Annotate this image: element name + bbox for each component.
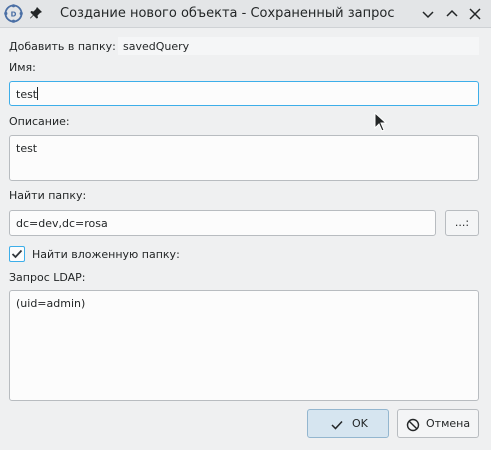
svg-text:D: D	[11, 11, 17, 19]
search-folder-label: Найти папку:	[9, 189, 87, 202]
chevron-up-icon[interactable]	[443, 5, 461, 23]
chevron-down-icon[interactable]	[419, 5, 437, 23]
cancel-button[interactable]: Отмена	[397, 409, 479, 438]
ldap-query-value: (uid=admin)	[16, 297, 86, 310]
ad-manager-app-icon[interactable]: D	[4, 4, 23, 23]
ldap-query-textarea[interactable]: (uid=admin)	[9, 290, 479, 401]
window-title: Создание нового объекта - Сохраненный за…	[60, 6, 395, 21]
add-to-folder-value: savedQuery	[123, 40, 190, 53]
description-textarea[interactable]: test	[9, 135, 479, 181]
search-nested-label[interactable]: Найти вложенную папку:	[32, 248, 180, 261]
search-folder-field[interactable]: dc=dev,dc=rosa	[9, 210, 436, 236]
title-bar[interactable]: D Создание нового объекта - Сохраненный …	[0, 0, 491, 28]
ldap-query-label: Запрос LDAP:	[9, 271, 86, 284]
cancel-button-label: Отмена	[426, 417, 471, 430]
add-to-folder-value-field: savedQuery	[118, 37, 479, 55]
cancel-icon	[406, 418, 420, 432]
mouse-pointer-icon	[374, 112, 388, 132]
name-value: test	[16, 88, 38, 101]
search-nested-checkbox[interactable]	[9, 246, 25, 262]
checkmark-icon	[331, 420, 343, 430]
description-value: test	[16, 142, 38, 155]
name-field[interactable]: test	[9, 81, 479, 106]
browse-folder-button[interactable]: ...:	[445, 210, 479, 236]
pin-icon[interactable]	[28, 5, 44, 21]
ok-button[interactable]: OK	[307, 409, 389, 438]
ok-button-label: OK	[352, 417, 368, 430]
search-folder-value: dc=dev,dc=rosa	[16, 217, 108, 230]
text-caret	[37, 87, 39, 100]
close-icon[interactable]	[466, 5, 484, 23]
name-label: Имя:	[9, 61, 36, 74]
add-to-folder-label: Добавить в папку:	[9, 40, 116, 53]
checkmark-icon	[11, 249, 23, 259]
description-label: Описание:	[9, 115, 70, 128]
